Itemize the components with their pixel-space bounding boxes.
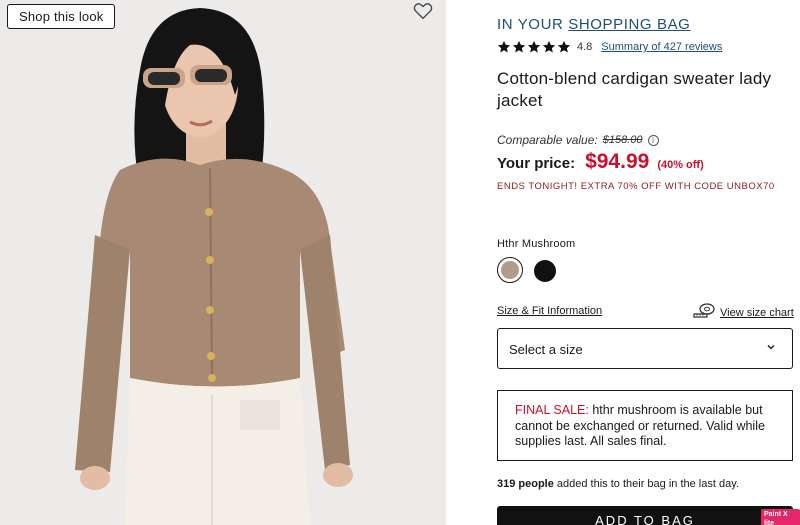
rating-row: 4.8 Summary of 427 reviews bbox=[497, 39, 722, 55]
product-image[interactable]: Shop this look bbox=[0, 0, 446, 525]
promo-message: ENDS TONIGHT! EXTRA 70% OFF WITH CODE UN… bbox=[497, 181, 775, 192]
star-icon bbox=[557, 40, 571, 53]
discount-label: (40% off) bbox=[657, 159, 704, 171]
star-icon bbox=[542, 40, 556, 53]
final-sale-notice: FINAL SALE: hthr mushroom is available b… bbox=[497, 390, 793, 461]
product-title: Cotton-blend cardigan sweater lady jacke… bbox=[497, 69, 772, 110]
chevron-down-icon bbox=[767, 344, 775, 350]
shop-this-look-button[interactable]: Shop this look bbox=[7, 4, 116, 29]
info-icon[interactable]: i bbox=[647, 134, 659, 146]
shopping-bag-link[interactable]: SHOPPING BAG bbox=[568, 16, 690, 33]
size-chart-link[interactable]: View size chart bbox=[693, 302, 794, 323]
swatch-hthr-mushroom[interactable] bbox=[497, 257, 523, 283]
rating-value: 4.8 bbox=[577, 41, 593, 53]
comparable-value: Comparable value: $158.00 i bbox=[497, 133, 659, 147]
in-bag-notice: IN YOUR SHOPPING BAG bbox=[497, 16, 691, 33]
color-label: Hthr Mushroom bbox=[497, 238, 576, 250]
star-icon bbox=[512, 40, 526, 53]
paint-x-badge: Paint X lite bbox=[761, 509, 800, 525]
size-select[interactable]: Select a size bbox=[497, 328, 793, 369]
color-swatches bbox=[497, 257, 557, 283]
measuring-tape-icon bbox=[693, 302, 715, 323]
reviews-link[interactable]: Summary of 427 reviews bbox=[601, 41, 722, 53]
star-icon bbox=[497, 40, 511, 53]
comparable-price: $158.00 bbox=[602, 134, 643, 146]
star-rating bbox=[497, 40, 571, 54]
model-illustration bbox=[0, 0, 446, 525]
price-row: Your price: $94.99 (40% off) bbox=[497, 150, 704, 174]
size-fit-link[interactable]: Size & Fit Information bbox=[497, 305, 602, 317]
star-icon bbox=[527, 40, 541, 53]
social-proof: 319 people added this to their bag in th… bbox=[497, 478, 739, 490]
final-sale-prefix: FINAL SALE: bbox=[515, 403, 589, 417]
swatch-black[interactable] bbox=[531, 257, 557, 283]
sale-price: $94.99 bbox=[585, 150, 650, 173]
heart-icon[interactable] bbox=[413, 2, 433, 20]
your-price-label: Your price: bbox=[497, 155, 576, 172]
add-to-bag-button[interactable]: ADD TO BAG bbox=[497, 506, 793, 525]
